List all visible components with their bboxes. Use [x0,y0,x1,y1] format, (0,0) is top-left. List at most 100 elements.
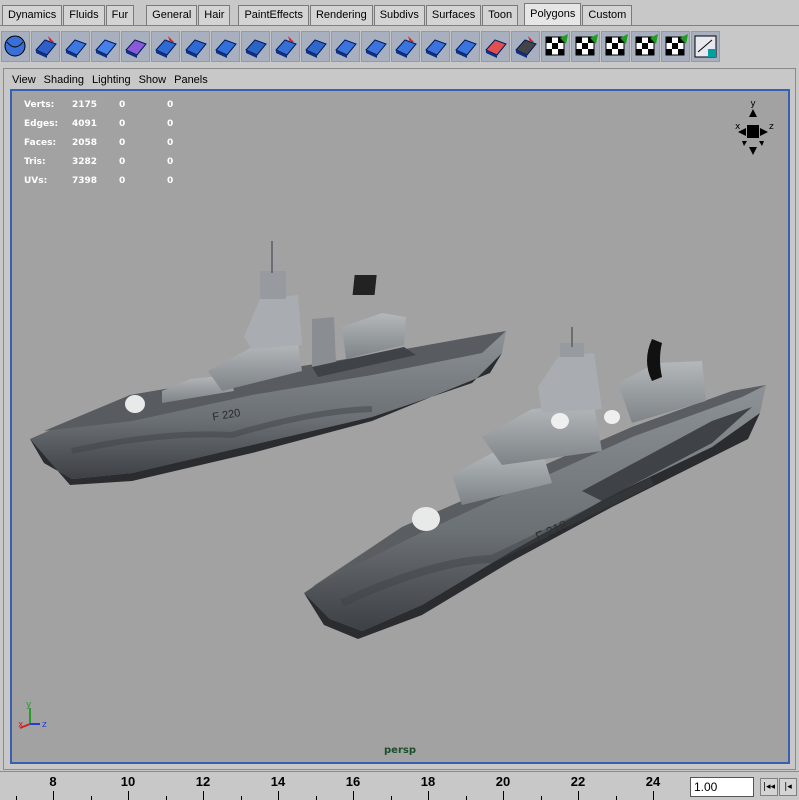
tab-polygons[interactable]: Polygons [524,3,582,25]
maya-window: Dynamics Fluids Fur General Hair PaintEf… [0,0,799,800]
ruler-tick [90,796,92,800]
extrude-edge-icon[interactable] [271,30,300,62]
frigate-model-1[interactable]: F 220 [30,241,506,485]
hud-value: 0 [119,118,126,129]
tab-subdivs[interactable]: Subdivs [373,5,425,25]
hud-value: 0 [119,175,126,186]
hud-value: 7398 [72,175,98,186]
time-slider[interactable]: 8 10 12 14 16 18 20 22 24 1.00 |◂◂ |◂ [0,771,799,800]
panel-menubar: View Shading Lighting Show Panels [8,71,212,89]
current-frame-field[interactable]: 1.00 [690,777,754,797]
wedge-faces-icon[interactable] [331,30,360,62]
ruler-tick [503,791,504,800]
hud-value: 4091 [72,118,98,129]
planar-mapping-icon[interactable] [541,30,570,62]
time-ruler[interactable]: 8 10 12 14 16 18 20 22 24 [0,772,685,800]
axis-y-label: y [26,700,32,710]
axis-gizmo-icon: y x z [18,700,47,730]
polygon-cube-icon[interactable] [31,30,60,62]
model-panel: View Shading Lighting Show Panels F 220 … [3,68,796,770]
ruler-tick [465,796,467,800]
view-compass-icon[interactable]: y x z [730,97,776,161]
hud-value: 0 [167,137,174,148]
combine-icon[interactable] [451,30,480,62]
ruler-tick [165,796,167,800]
tab-painteffects[interactable]: PaintEffects [238,5,309,25]
shelf-tab-bar: Dynamics Fluids Fur General Hair PaintEf… [0,0,799,26]
compass-z-label: z [769,122,774,132]
hud-label: Edges: [24,118,59,129]
hud-value: 0 [167,156,174,167]
axis-x-label: x [18,720,24,730]
tab-rendering[interactable]: Rendering [309,5,373,25]
menu-shading[interactable]: Shading [40,71,88,89]
ruler-tick-label: 8 [49,774,57,789]
hud-row-uvs: UVs: 7398 0 0 [24,171,215,190]
ruler-tick [653,791,654,800]
ruler-tick [615,796,617,800]
hud-label: UVs: [24,175,48,186]
hud-value: 2058 [72,137,98,148]
step-back-icon[interactable]: |◂ [779,778,797,796]
separate-icon[interactable] [481,30,510,62]
perspective-viewport[interactable]: F 220 F 218 Verts: 2175 0 0 Edges: 4091 … [10,89,790,764]
ruler-tick [578,791,579,800]
tab-toon[interactable]: Toon [482,5,519,25]
polygon-sphere-icon[interactable] [1,30,30,62]
hud-row-edges: Edges: 4091 0 0 [24,114,215,133]
hud-value: 0 [167,175,174,186]
hud-row-faces: Faces: 2058 0 0 [24,133,215,152]
tab-hair[interactable]: Hair [198,5,231,25]
polygon-plane-icon[interactable] [91,30,120,62]
hud-value: 0 [119,99,126,110]
tab-fur[interactable]: Fur [105,5,135,25]
automatic-mapping-icon[interactable] [631,30,660,62]
hud-value: 0 [119,156,126,167]
scene-render: F 220 F 218 [30,241,766,639]
tab-fluids[interactable]: Fluids [63,5,105,25]
ruler-tick [428,791,429,800]
hud-value: 3282 [72,156,98,167]
ruler-tick-label: 20 [495,774,511,789]
checker-uv-icon[interactable] [691,30,720,62]
uv-texture-editor-icon[interactable] [661,30,690,62]
ruler-tick-label: 10 [120,774,136,789]
tab-general[interactable]: General [146,5,198,25]
ruler-tick-label: 24 [645,774,661,789]
create-polygon-tool-icon[interactable] [151,30,180,62]
smooth-icon[interactable] [421,30,450,62]
tab-surfaces[interactable]: Surfaces [425,5,482,25]
hud-row-verts: Verts: 2175 0 0 [24,95,215,114]
cylindrical-mapping-icon[interactable] [571,30,600,62]
spherical-mapping-icon[interactable] [601,30,630,62]
tab-custom[interactable]: Custom [582,5,633,25]
split-polygon-icon[interactable] [211,30,240,62]
ruler-tick [353,791,354,800]
extrude-face-icon[interactable] [241,30,270,62]
menu-lighting[interactable]: Lighting [88,71,135,89]
cut-faces-icon[interactable] [391,30,420,62]
bevel-icon[interactable] [301,30,330,62]
ruler-tick [315,796,317,800]
ruler-tick [278,791,279,800]
hud-value: 0 [167,118,174,129]
go-to-start-icon[interactable]: |◂◂ [760,778,778,796]
menu-view[interactable]: View [8,71,40,89]
polygon-torus-icon[interactable] [121,30,150,62]
poly-count-hud: Verts: 2175 0 0 Edges: 4091 0 0 Faces: 2… [24,95,215,190]
hud-label: Verts: [24,99,55,110]
ruler-tick [15,796,17,800]
append-polygon-icon[interactable] [181,30,210,62]
ruler-tick-label: 16 [345,774,361,789]
poke-faces-icon[interactable] [361,30,390,62]
tab-dynamics[interactable]: Dynamics [2,5,63,25]
ruler-tick-label: 22 [570,774,586,789]
shelf-icon-bar [0,27,799,65]
camera-name-label: persp [384,745,416,756]
menu-panels[interactable]: Panels [170,71,212,89]
hud-value: 0 [119,137,126,148]
polygon-cylinder-icon[interactable] [61,30,90,62]
soft-edge-icon[interactable] [511,30,540,62]
menu-show[interactable]: Show [135,71,171,89]
hud-row-tris: Tris: 3282 0 0 [24,152,215,171]
